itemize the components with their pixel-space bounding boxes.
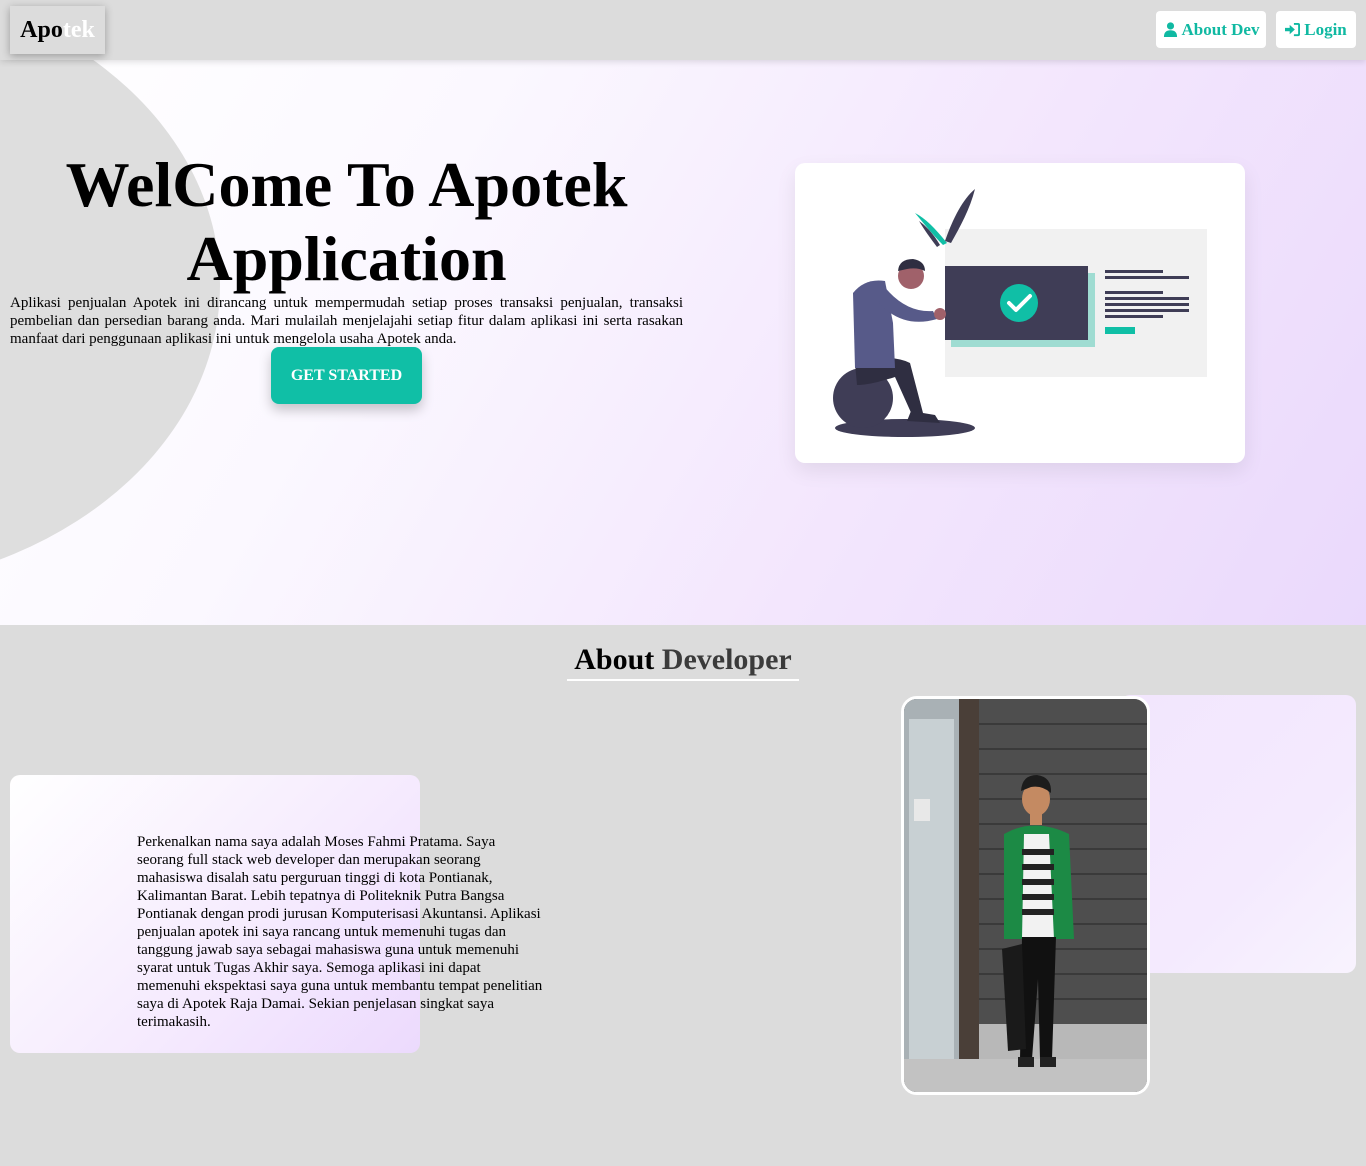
- hero-section: WelCome To Apotek Application Aplikasi p…: [0, 60, 1366, 625]
- hero-title: WelCome To Apotek Application: [65, 149, 628, 294]
- navbar: Apo tek About Dev Login: [0, 0, 1366, 60]
- photo-background-card: [1120, 695, 1356, 973]
- about-heading-part1: About: [574, 643, 655, 676]
- brand-logo[interactable]: Apo tek: [10, 6, 105, 54]
- login-button[interactable]: Login: [1276, 11, 1356, 48]
- hero-illustration-card: [795, 163, 1245, 463]
- person-approved-document-illustration: [833, 189, 1207, 437]
- hero-description: Aplikasi penjualan Apotek ini dirancang …: [10, 295, 683, 347]
- brand-text-part2: tek: [62, 16, 95, 43]
- about-dev-label: About Dev: [1181, 19, 1260, 39]
- user-icon: [1163, 22, 1177, 37]
- sign-in-icon: [1285, 22, 1301, 37]
- about-description: Perkenalkan nama saya adalah Moses Fahmi…: [137, 834, 543, 1030]
- brand-text-part1: Apo: [20, 16, 63, 43]
- get-started-button[interactable]: GET STARTED: [271, 347, 422, 404]
- about-dev-button[interactable]: About Dev: [1156, 11, 1266, 48]
- developer-photo: [901, 696, 1150, 1095]
- about-heading-part2: Developer: [661, 643, 792, 676]
- developer-photo-image: [904, 699, 1147, 1092]
- about-developer-heading: About Developer: [567, 642, 799, 681]
- login-label: Login: [1304, 19, 1347, 39]
